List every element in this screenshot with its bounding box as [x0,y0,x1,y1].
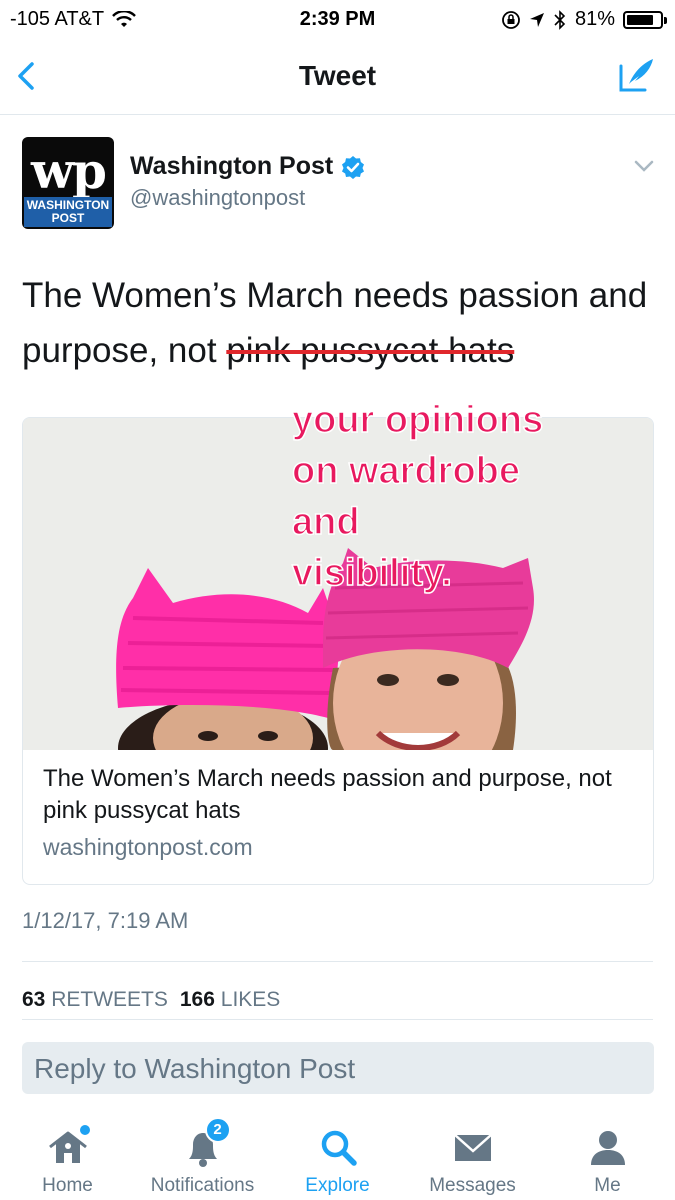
tab-explore[interactable]: Explore [270,1110,405,1197]
overlay-line: visibility. [291,551,452,595]
home-icon [46,1125,90,1169]
nav-bar: Tweet [0,40,675,115]
divider [22,961,653,962]
search-icon [316,1125,360,1169]
tab-label: Notifications [150,1175,255,1196]
tab-bar: Home 2 Notifications Explore Messages Me [0,1110,675,1200]
compose-tweet-icon[interactable] [615,54,657,96]
status-right: 81% [501,8,667,31]
new-content-dot [79,1125,90,1135]
author-name-row[interactable]: Washington Post [130,152,365,181]
battery-percent: 81% [574,8,615,30]
tweet-text: The Women’s March needs passion and purp… [22,268,652,378]
author-handle[interactable]: @washingtonpost [130,185,305,211]
tweet-stats: 63 RETWEETS 166 LIKES [22,988,280,1012]
page-title: Tweet [298,60,377,91]
author-name: Washington Post [130,152,334,180]
envelope-icon [451,1125,495,1169]
card-title: The Women’s March needs passion and purp… [43,765,612,824]
avatar[interactable]: wp WASHINGTON POST [22,137,114,229]
tab-notifications[interactable]: 2 Notifications [135,1110,270,1197]
battery-icon [623,10,667,29]
divider [22,1019,653,1020]
avatar-monogram: wp [30,141,107,200]
retweets-count: 63 [22,988,46,1011]
location-arrow-icon [529,12,544,27]
battery-fill [627,14,653,25]
tab-label: Me [594,1175,621,1196]
tab-label: Messages [429,1175,516,1196]
overlay-line: on wardrobe [291,449,521,493]
likes-stat[interactable]: 166 LIKES [180,988,280,1012]
tab-home[interactable]: Home [0,1110,135,1197]
tweet-text-struck: pink pussycat hats [226,331,515,370]
chevron-down-icon[interactable] [633,158,655,174]
tab-messages[interactable]: Messages [405,1110,540,1197]
retweets-label: RETWEETS [51,988,168,1011]
rotation-lock-icon [502,10,520,29]
tab-label: Home [42,1175,93,1196]
notification-badge: 2 [204,1117,231,1143]
verified-badge-icon [342,155,365,179]
tweet-timestamp: 1/12/17, 7:19 AM [22,908,189,933]
status-bar: -105 AT&T 2:39 PM 81% [0,0,675,40]
person-icon [586,1125,630,1169]
overlay-line: your opinions [291,398,544,442]
overlay-annotation: your opinions on wardrobe and visibility… [291,395,544,599]
reply-input[interactable]: Reply to Washington Post [22,1042,654,1094]
likes-label: LIKES [220,988,281,1011]
bell-icon: 2 [181,1117,231,1169]
bluetooth-icon [554,9,566,30]
tab-label: Explore [305,1175,370,1196]
avatar-label: WASHINGTON POST [24,197,112,227]
tab-me[interactable]: Me [540,1110,675,1197]
likes-count: 166 [179,988,215,1011]
card-domain: washingtonpost.com [43,834,253,860]
retweets-stat[interactable]: 63 RETWEETS [22,988,168,1012]
overlay-line: and [291,500,360,544]
